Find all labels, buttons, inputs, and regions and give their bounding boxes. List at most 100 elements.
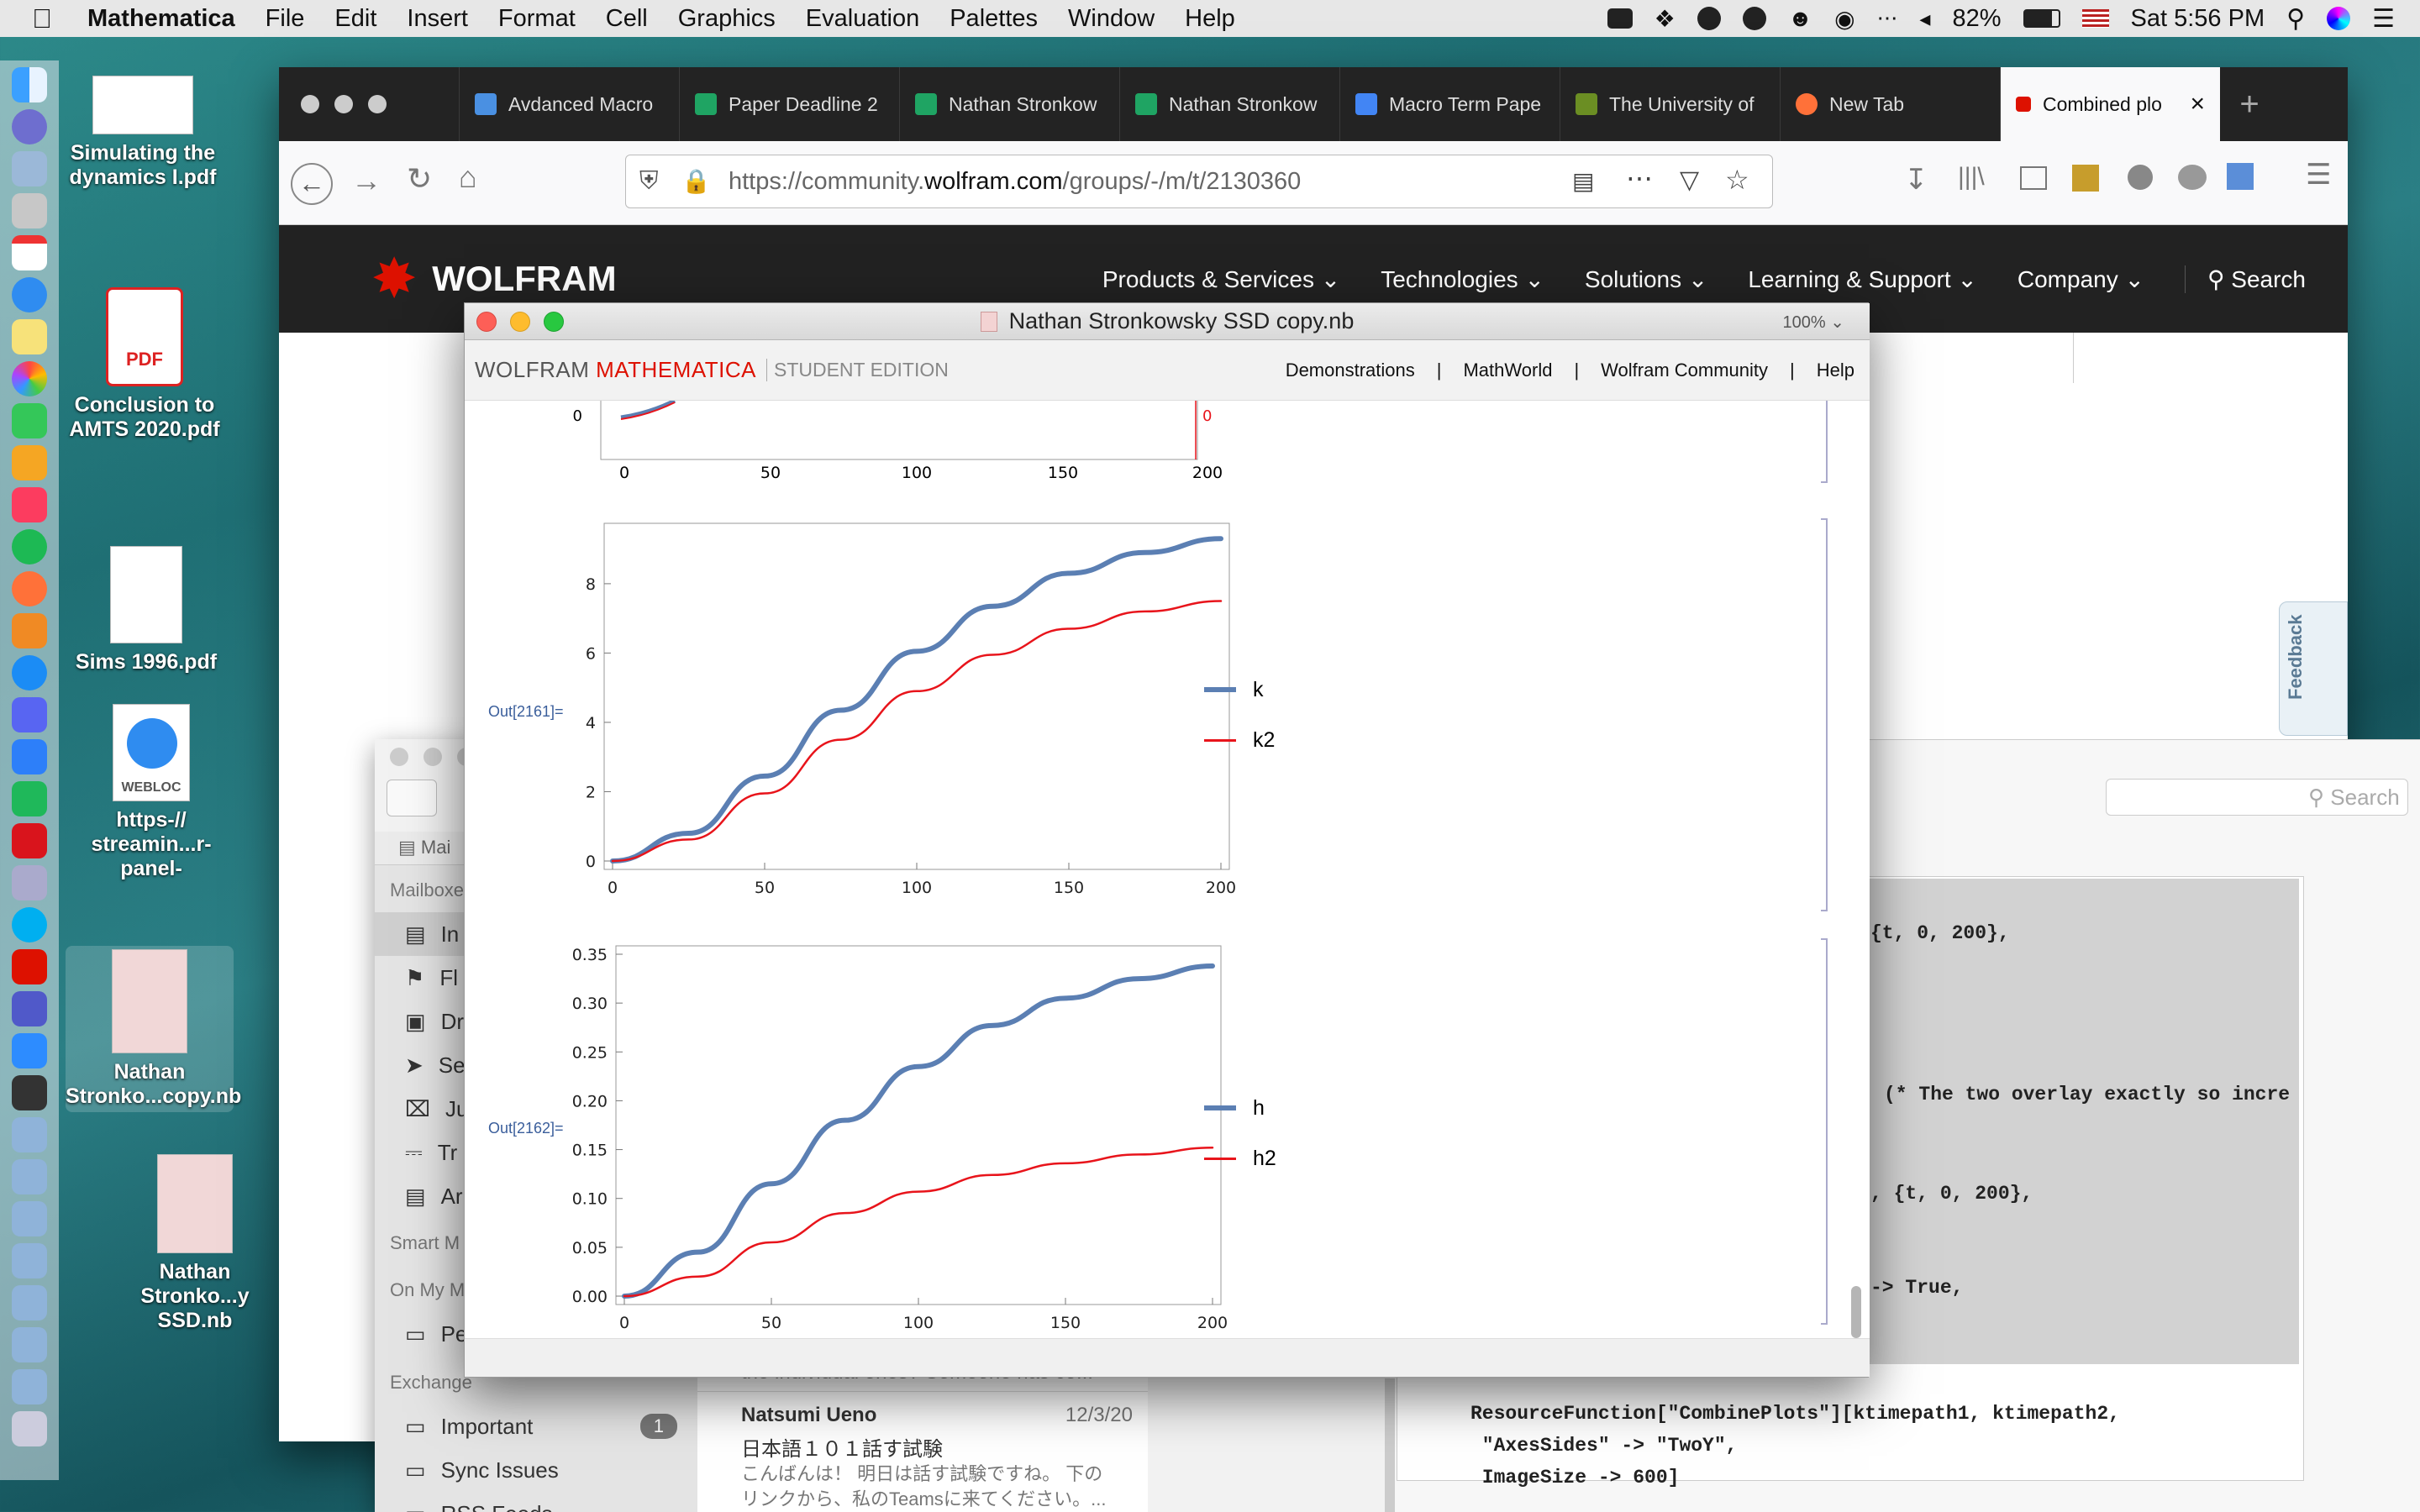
rocket-icon[interactable] xyxy=(12,193,47,228)
link-wolfram-community[interactable]: Wolfram Community xyxy=(1601,360,1768,381)
menu-edit[interactable]: Edit xyxy=(319,5,392,33)
close-dot[interactable] xyxy=(301,95,319,113)
lock-icon[interactable]: 🔒 xyxy=(681,167,711,195)
zoom-app-icon[interactable] xyxy=(12,1033,47,1068)
music-icon[interactable] xyxy=(12,487,47,522)
folder-icon[interactable] xyxy=(12,1285,47,1320)
cell-bracket[interactable] xyxy=(1821,401,1828,483)
extension-icon[interactable] xyxy=(2178,165,2207,190)
extension-icon[interactable] xyxy=(2072,165,2099,192)
launchpad-icon[interactable] xyxy=(12,109,47,144)
safari-icon[interactable] xyxy=(12,277,47,312)
app-menu[interactable]: Mathematica xyxy=(67,5,250,33)
tab[interactable]: Macro Term Pape xyxy=(1339,67,1560,141)
close-button[interactable] xyxy=(476,312,497,332)
minimize-dot[interactable] xyxy=(334,95,353,113)
tab[interactable]: Avdanced Macro xyxy=(459,67,679,141)
flag-icon[interactable] xyxy=(2081,9,2109,28)
volume-icon[interactable]: ◂ xyxy=(1919,6,1930,32)
calendar-icon[interactable] xyxy=(12,235,47,270)
books-icon[interactable] xyxy=(12,613,47,648)
account-icon[interactable] xyxy=(2128,165,2153,190)
link-help[interactable]: Help xyxy=(1817,360,1854,381)
tab[interactable]: New Tab xyxy=(1780,67,2000,141)
close-tab-icon[interactable]: × xyxy=(2190,90,2205,118)
cell-bracket[interactable] xyxy=(1821,938,1828,1325)
sidebar-item-important[interactable]: ▭ Important 1 xyxy=(375,1404,697,1448)
dropbox-icon[interactable]: ❖ xyxy=(1655,5,1676,33)
reload-icon[interactable]: ↻ xyxy=(407,161,432,197)
siri-icon[interactable] xyxy=(2327,7,2351,30)
bookmark-star-icon[interactable]: ☆ xyxy=(1725,164,1749,196)
tab[interactable]: Nathan Stronkow xyxy=(899,67,1119,141)
preview-icon[interactable] xyxy=(12,151,47,186)
menu-palettes[interactable]: Palettes xyxy=(934,5,1053,33)
sidebar-toggle-icon[interactable]: ▤ xyxy=(398,837,416,858)
nav-company[interactable]: Company ⌄ xyxy=(2018,265,2144,293)
globe-icon[interactable]: ◉ xyxy=(1834,5,1854,33)
folder-icon[interactable] xyxy=(12,1243,47,1278)
search-field[interactable]: ⚲ Search xyxy=(2106,779,2408,816)
wolfram-logo[interactable]: ✸ WOLFRAM xyxy=(373,249,617,308)
menu-insert[interactable]: Insert xyxy=(392,5,483,33)
library-icon[interactable]: |||\ xyxy=(1958,163,1985,192)
download-icon[interactable] xyxy=(12,865,47,900)
clock[interactable]: Sat 5:56 PM xyxy=(2131,5,2265,33)
more-icon[interactable]: ⋯ xyxy=(1626,162,1653,194)
desktop-file-simulating[interactable]: Simulating the dynamics I.pdf xyxy=(59,76,227,190)
feedback-tab[interactable]: Feedback xyxy=(2279,601,2348,736)
folder-icon[interactable] xyxy=(12,1369,47,1404)
shield-icon[interactable]: ⛨ xyxy=(639,167,659,196)
menu-file[interactable]: File xyxy=(250,5,320,33)
horizontal-scrollbar[interactable] xyxy=(465,1338,1870,1377)
compose-icon[interactable] xyxy=(387,780,437,816)
wifi-icon[interactable]: ⋅⋅⋅ xyxy=(1877,6,1898,32)
menu-help[interactable]: Help xyxy=(1170,5,1250,33)
translate-icon[interactable] xyxy=(2227,163,2254,190)
acrobat-icon[interactable] xyxy=(12,823,47,858)
zoom-selector[interactable]: 100% ⌄ xyxy=(1783,312,1844,333)
nav-technologies[interactable]: Technologies ⌄ xyxy=(1381,265,1544,293)
menu-graphics[interactable]: Graphics xyxy=(663,5,791,33)
desktop-file-conclusion[interactable]: PDF Conclusion to AMTS 2020.pdf xyxy=(60,287,229,442)
battery-percent[interactable]: 82% xyxy=(1952,5,2001,33)
tab[interactable]: Paper Deadline 2 xyxy=(679,67,899,141)
nav-solutions[interactable]: Solutions ⌄ xyxy=(1585,265,1707,293)
notification-icon[interactable]: ☰ xyxy=(2372,4,2395,34)
folder-icon[interactable] xyxy=(12,1201,47,1236)
apple-menu[interactable]:  xyxy=(0,3,67,34)
discord-icon[interactable] xyxy=(12,697,47,732)
sidebar-item-sync-issues[interactable]: ▭ Sync Issues xyxy=(375,1448,697,1492)
reader-icon[interactable]: ▤ xyxy=(1572,167,1594,195)
nav-search[interactable]: ⚲ Search xyxy=(2184,265,2306,293)
finder-icon[interactable] xyxy=(12,67,47,102)
zoom-button[interactable] xyxy=(544,312,564,332)
tab[interactable]: The University of xyxy=(1560,67,1780,141)
messages-icon[interactable] xyxy=(12,403,47,438)
minimize-button[interactable] xyxy=(510,312,530,332)
desktop-file-sims[interactable]: Sims 1996.pdf xyxy=(62,546,230,675)
forward-icon[interactable]: → xyxy=(351,163,381,198)
menu-window[interactable]: Window xyxy=(1053,5,1170,33)
desktop-file-nb-ssd[interactable]: Nathan Stronko...y SSD.nb xyxy=(111,1154,279,1333)
zoom-dot[interactable] xyxy=(368,95,387,113)
link-mathworld[interactable]: MathWorld xyxy=(1463,360,1552,381)
folder-icon[interactable] xyxy=(12,1159,47,1194)
address-bar[interactable]: ⛨ 🔒 https://community. wolfram.com/groups… xyxy=(625,155,1773,208)
tab-active[interactable]: Combined plo × xyxy=(2000,67,2220,141)
zoom-icon[interactable] xyxy=(1607,8,1633,29)
close-dot[interactable] xyxy=(390,748,408,766)
wolfram-icon[interactable] xyxy=(12,949,47,984)
sidebar-item-rss[interactable]: ▭ RSS Feeds xyxy=(375,1492,697,1512)
tab[interactable]: Nathan Stronkow xyxy=(1119,67,1339,141)
menu-icon[interactable]: ☰ xyxy=(2306,158,2331,192)
pocket-icon[interactable]: ▽ xyxy=(1680,165,1699,195)
link-demonstrations[interactable]: Demonstrations xyxy=(1286,360,1415,381)
skype-icon[interactable] xyxy=(12,907,47,942)
screenshot-icon[interactable] xyxy=(12,1075,47,1110)
message-item[interactable]: Natsumi Ueno 12/3/20 日本語１０１話す試験 こんばんは！ 明… xyxy=(697,1391,1148,1512)
trash-icon[interactable] xyxy=(12,1411,47,1446)
new-tab-button[interactable]: + xyxy=(2220,67,2279,141)
firefox-icon[interactable] xyxy=(12,571,47,606)
menu-cell[interactable]: Cell xyxy=(591,5,663,33)
